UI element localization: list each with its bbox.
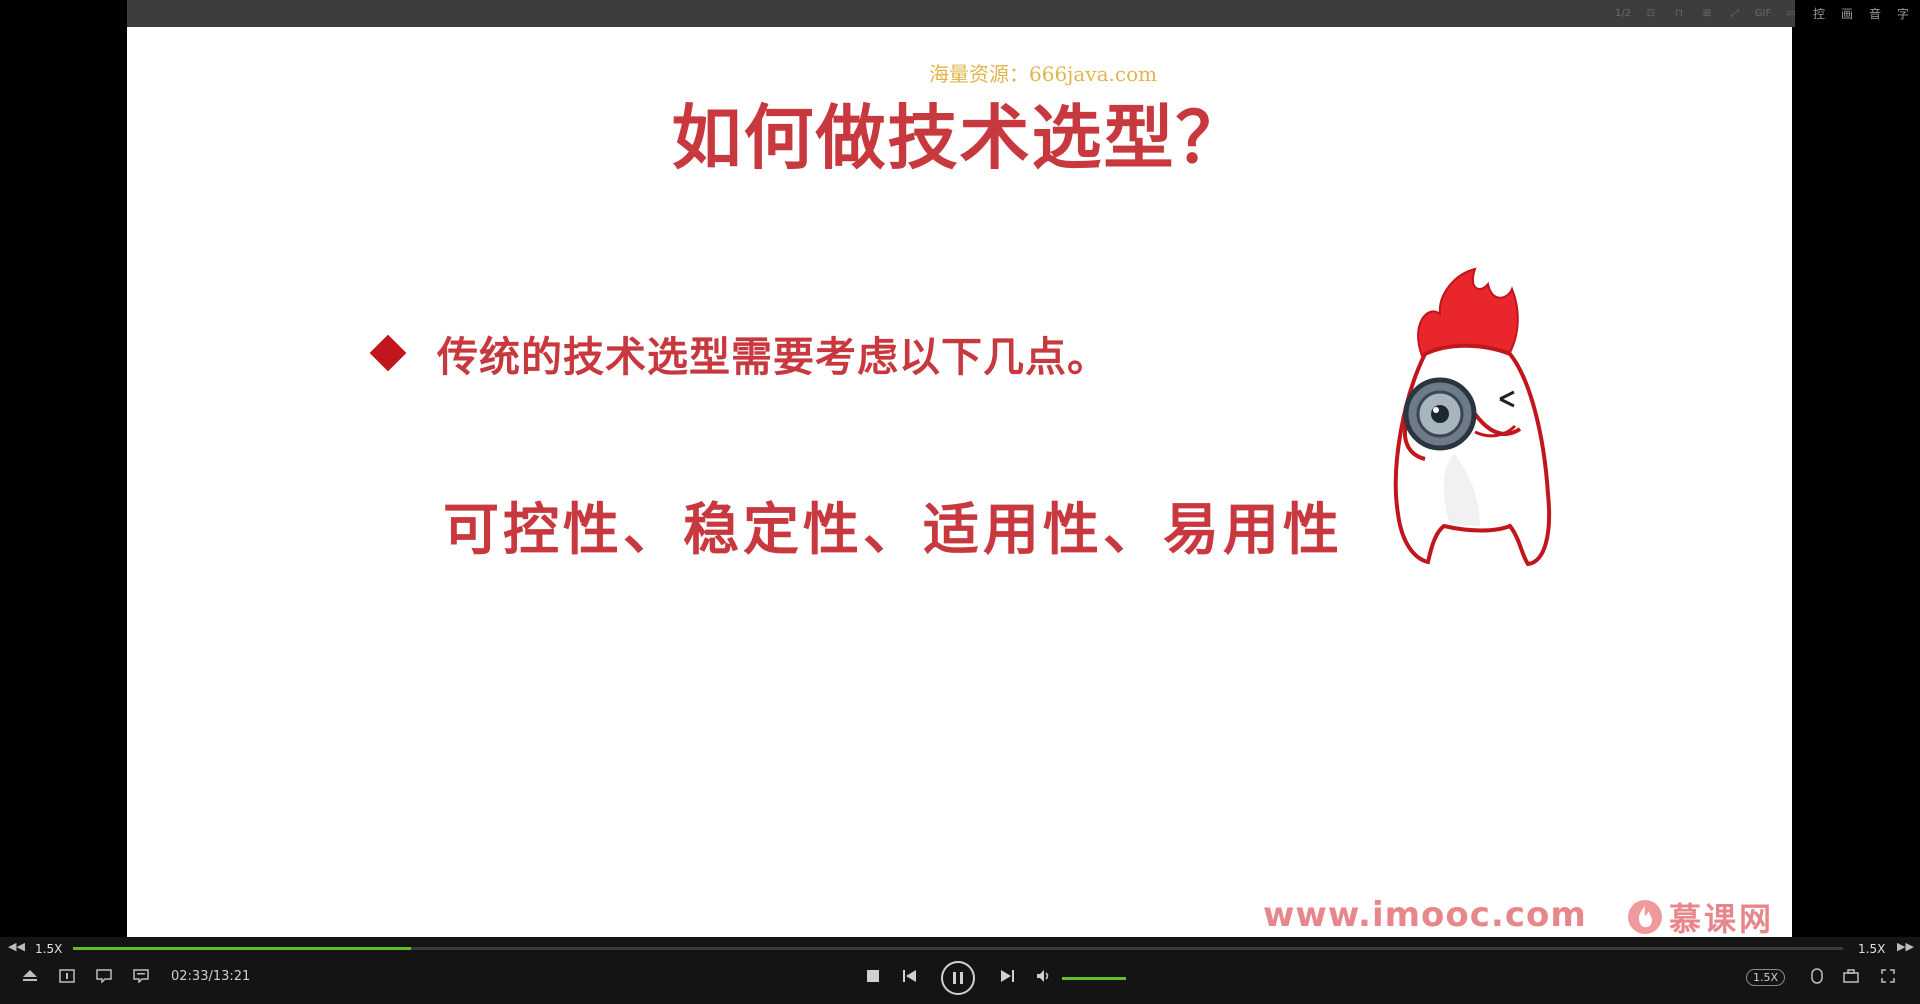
stop-icon[interactable]: [864, 967, 882, 985]
top-toolbar: 1/2 ⊡ ⊓ ⊞ ⤢ GIF ▭ 控 画 音 字: [0, 0, 1920, 28]
progress-fill: [73, 947, 412, 950]
info-icon[interactable]: [58, 967, 76, 985]
speed-label-left[interactable]: 1.5X: [35, 942, 62, 956]
tool-subtitle[interactable]: 字: [1894, 0, 1912, 28]
tool-picture[interactable]: 画: [1838, 0, 1856, 28]
bullet-row: 传统的技术选型需要考虑以下几点。: [369, 323, 1109, 383]
player-controls: ◀◀ 1.5X 1.5X ▶▶ 02:33/13:21 1.5X: [0, 937, 1920, 1004]
top-toolbar-strip: [127, 0, 1795, 27]
diamond-bullet-icon: [369, 334, 407, 372]
fast-forward-icon[interactable]: ▶▶: [1897, 940, 1914, 953]
brand-name: 慕课网: [1669, 900, 1775, 937]
briefcase-icon[interactable]: [1842, 967, 1860, 985]
progress-bar[interactable]: [73, 947, 1843, 950]
pause-button[interactable]: [941, 961, 975, 995]
site-url: www.imooc.com: [1263, 895, 1587, 935]
crop-icon[interactable]: ⊡: [1642, 0, 1660, 28]
window-icon[interactable]: ▭: [1782, 0, 1800, 28]
flame-logo-icon: [1628, 900, 1662, 934]
pause-icon: [953, 972, 963, 984]
gif-icon[interactable]: GIF: [1754, 0, 1772, 28]
tool-audio[interactable]: 音: [1866, 0, 1884, 28]
eject-icon[interactable]: [21, 967, 39, 985]
mascot-illustration: [1393, 267, 1552, 567]
next-icon[interactable]: [998, 967, 1016, 985]
brand-logo: 慕课网: [1627, 894, 1774, 937]
criteria-text: 可控性、稳定性、适用性、易用性: [443, 498, 1343, 563]
time-display: 02:33/13:21: [171, 969, 251, 984]
volume-slider[interactable]: [1062, 977, 1126, 980]
tool-control[interactable]: 控: [1810, 0, 1828, 28]
speed-label-right[interactable]: 1.5X: [1858, 942, 1885, 956]
top-tools: 1/2 ⊡ ⊓ ⊞ ⤢ GIF ▭ 控 画 音 字: [1614, 0, 1920, 28]
rewind-icon[interactable]: ◀◀: [8, 940, 25, 953]
slide-title: 如何做技术选型？: [671, 97, 1248, 179]
frame-icon[interactable]: ⊓: [1670, 0, 1688, 28]
previous-icon[interactable]: [901, 967, 919, 985]
screenshot-icon[interactable]: ⊞: [1698, 0, 1716, 28]
fullscreen-icon[interactable]: ⤢: [1726, 0, 1744, 28]
note-icon[interactable]: [132, 967, 150, 985]
slide-canvas: 海量资源：666java.com 如何做技术选型？ 传统的技术选型需要考虑以下几…: [127, 27, 1792, 937]
volume-icon[interactable]: [1035, 967, 1053, 985]
comment-icon[interactable]: [95, 967, 113, 985]
mouse-icon[interactable]: [1808, 967, 1826, 985]
page-counter: 1/2: [1614, 8, 1632, 19]
expand-icon[interactable]: [1879, 967, 1897, 985]
bullet-text: 传统的技术选型需要考虑以下几点。: [437, 333, 1109, 381]
speed-badge[interactable]: 1.5X: [1746, 969, 1786, 986]
